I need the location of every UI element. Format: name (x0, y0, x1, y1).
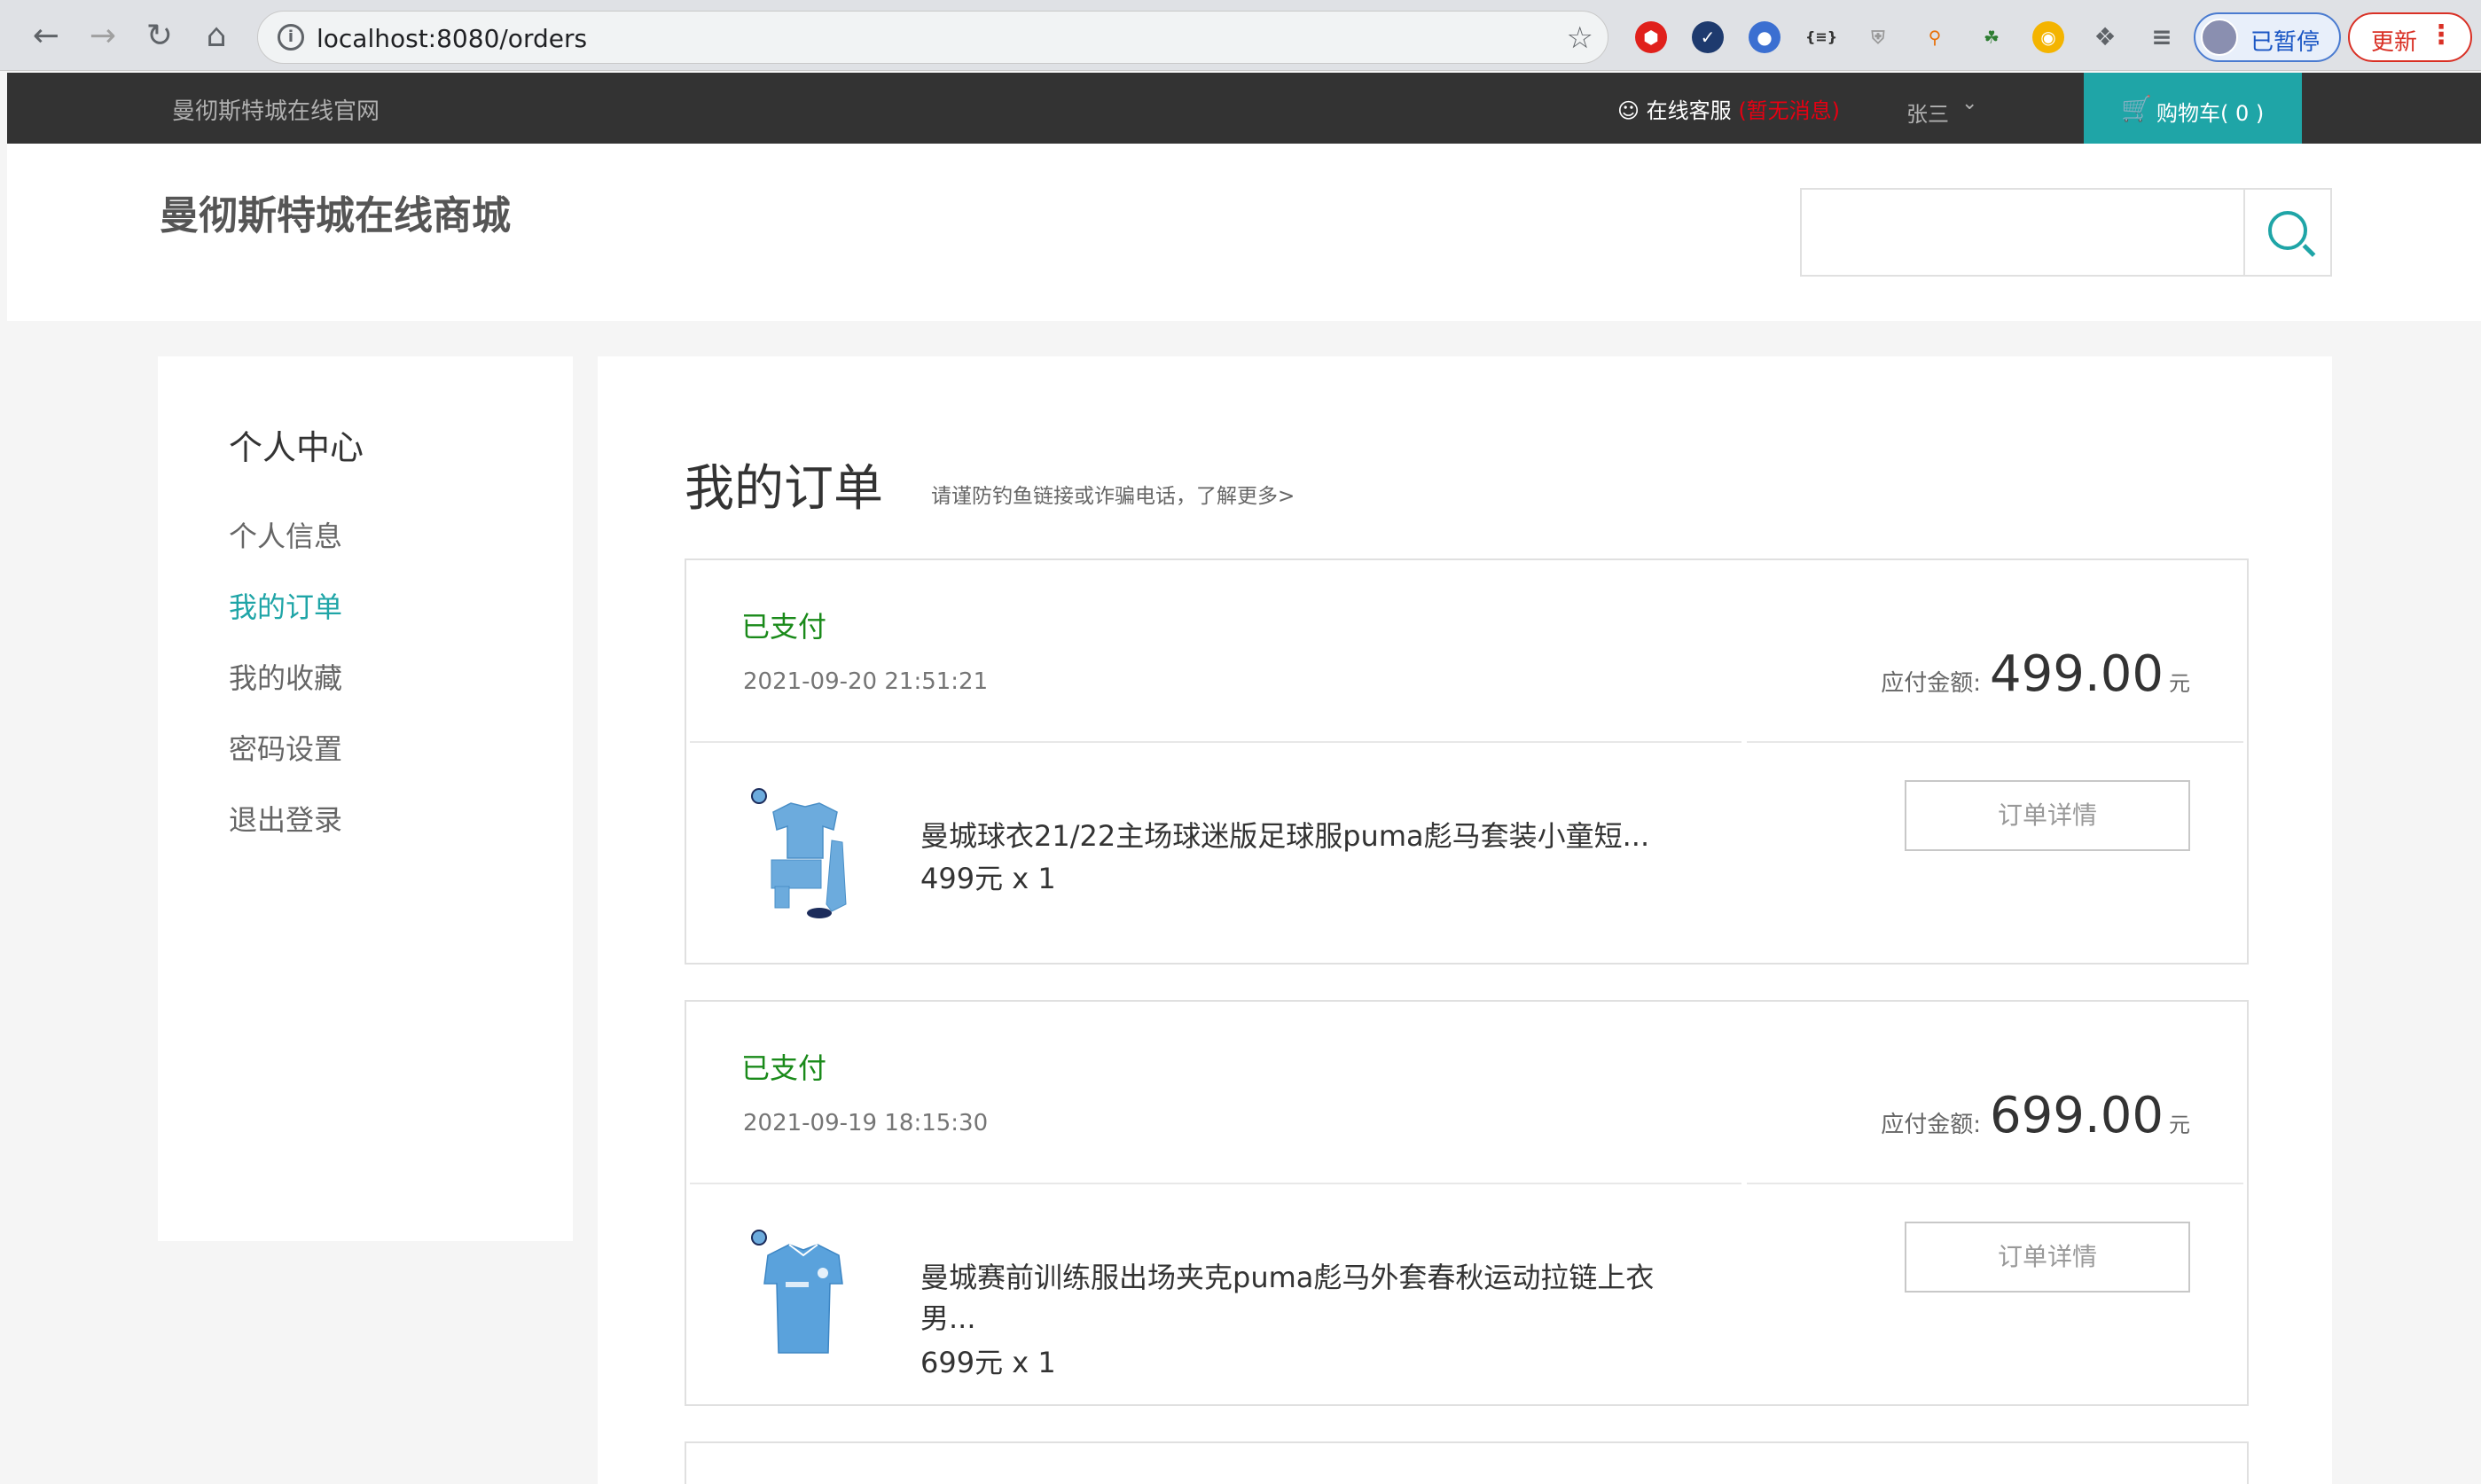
online-service-link[interactable]: ☺ 在线客服 (暂无消息) (1617, 93, 1840, 124)
home-icon[interactable]: ⌂ (197, 16, 236, 55)
forward-icon[interactable]: → (83, 16, 122, 55)
sidebar-item-password[interactable]: 密码设置 (229, 727, 342, 768)
url-text[interactable]: localhost:8080/orders (317, 24, 587, 53)
update-label: 更新 (2371, 29, 2418, 56)
paused-label: 已暂停 (2250, 29, 2321, 56)
search-icon (2268, 211, 2307, 250)
product-price: 699元 x 1 (920, 1346, 1056, 1379)
sidebar-item-orders[interactable]: 我的订单 (229, 585, 342, 626)
order-payment: 应付金额: 699.00 元 (1881, 1087, 2190, 1144)
product-jacket-image[interactable] (747, 1229, 862, 1367)
order-detail-button[interactable]: 订单详情 (1905, 1222, 2190, 1293)
profile-paused-button[interactable]: 已暂停 (2194, 12, 2341, 62)
payment-amount: 499.00 (1990, 645, 2164, 703)
puzzle-extensions-icon[interactable]: ❖ (2089, 21, 2121, 53)
order-status: 已支付 (741, 1051, 827, 1085)
chrome-extension-icon[interactable]: ◉ (2032, 21, 2064, 53)
product-price: 499元 x 1 (920, 862, 1056, 895)
search-button[interactable] (2243, 188, 2332, 277)
order-status: 已支付 (741, 610, 827, 644)
order-time: 2021-09-19 18:15:30 (743, 1110, 989, 1136)
avatar (2201, 19, 2238, 56)
orders-panel: 我的订单 请谨防钓鱼链接或诈骗电话，了解更多> 已支付 2021-09-20 2… (598, 356, 2332, 1484)
payment-unit: 元 (2169, 1113, 2190, 1137)
site-info-icon[interactable]: i (278, 24, 304, 51)
site-logo-title[interactable]: 曼彻斯特城在线商城 (160, 184, 511, 240)
order-card (685, 1441, 2249, 1484)
sidebar-item-profile[interactable]: 个人信息 (229, 514, 342, 555)
translate-extension-icon[interactable]: ● (1749, 21, 1781, 53)
product-name[interactable]: 曼城赛前训练服出场夹克puma彪马外套春秋运动拉链上衣男... (920, 1257, 1683, 1339)
security-tip-link[interactable]: 请谨防钓鱼链接或诈骗电话，了解更多> (931, 479, 1295, 509)
sidebar-item-logout[interactable]: 退出登录 (229, 798, 342, 839)
product-kit-image[interactable] (747, 787, 862, 926)
sidebar-item-favorites[interactable]: 我的收藏 (229, 656, 342, 697)
update-button[interactable]: 更新 ⋮ (2348, 12, 2472, 62)
cart-button[interactable]: 🛒 购物车( 0 ) (2084, 73, 2302, 144)
user-menu[interactable]: 张三 (1906, 97, 1949, 128)
more-vertical-icon[interactable]: ⋮ (2428, 20, 2454, 51)
page-title: 我的订单 (685, 460, 883, 518)
payment-amount: 699.00 (1990, 1087, 2164, 1144)
adblock-extension-icon[interactable]: ⬢ (1635, 21, 1667, 53)
divider (690, 1183, 2243, 1184)
order-card: 已支付 2021-09-19 18:15:30 应付金额: 699.00 元 曼城赛… (685, 1000, 2249, 1406)
back-icon[interactable]: ← (27, 16, 66, 55)
sidebar-heading: 个人中心 (229, 428, 364, 467)
browser-toolbar: ← → ↻ ⌂ i localhost:8080/orders ☆ ⬢ ✓ ● … (0, 0, 2481, 71)
smile-icon: ☺ (1617, 98, 1640, 123)
order-time: 2021-09-20 21:51:21 (743, 668, 989, 695)
cart-icon: 🛒 (2121, 94, 2152, 123)
leaf-extension-icon[interactable]: ☘ (1976, 21, 2007, 53)
chevron-down-icon[interactable]: ⌄ (1961, 92, 1977, 114)
product-name[interactable]: 曼城球衣21/22主场球迷版足球服puma彪马套装小童短... (920, 816, 1683, 856)
shield-extension-icon[interactable]: ⛨ (1862, 21, 1894, 53)
order-detail-button[interactable]: 订单详情 (1905, 780, 2190, 851)
sidebar: 个人中心 个人信息 我的订单 我的收藏 密码设置 退出登录 (158, 356, 573, 1241)
order-payment: 应付金额: 499.00 元 (1881, 645, 2190, 703)
order-card: 已支付 2021-09-20 21:51:21 应付金额: 499.00 元 曼城球… (685, 558, 2249, 965)
divider (690, 741, 2243, 743)
site-header: 曼彻斯特城在线商城 (7, 144, 2481, 321)
bookmark-star-icon[interactable]: ☆ (1567, 20, 1593, 56)
cart-label: 购物车( 0 ) (2156, 101, 2265, 126)
service-message-status: (暂无消息) (1738, 98, 1841, 123)
reload-icon[interactable]: ↻ (140, 16, 179, 55)
check-extension-icon[interactable]: ✓ (1692, 21, 1724, 53)
media-list-icon[interactable]: ≡ (2146, 21, 2178, 53)
search-input[interactable] (1800, 188, 2245, 277)
address-bar[interactable]: i localhost:8080/orders ☆ (257, 11, 1608, 64)
payment-label: 应付金额: (1881, 670, 1982, 697)
json-extension-icon[interactable]: {≡} (1805, 21, 1837, 53)
sitemap-extension-icon[interactable]: ⚲ (1919, 21, 1951, 53)
site-topbar: 曼彻斯特城在线官网 ☺ 在线客服 (暂无消息) 张三 ⌄ 🛒 购物车( 0 ) (7, 73, 2481, 144)
service-label: 在线客服 (1646, 98, 1732, 123)
payment-unit: 元 (2169, 671, 2190, 696)
official-site-link[interactable]: 曼彻斯特城在线官网 (172, 93, 380, 126)
payment-label: 应付金额: (1881, 1112, 1982, 1138)
